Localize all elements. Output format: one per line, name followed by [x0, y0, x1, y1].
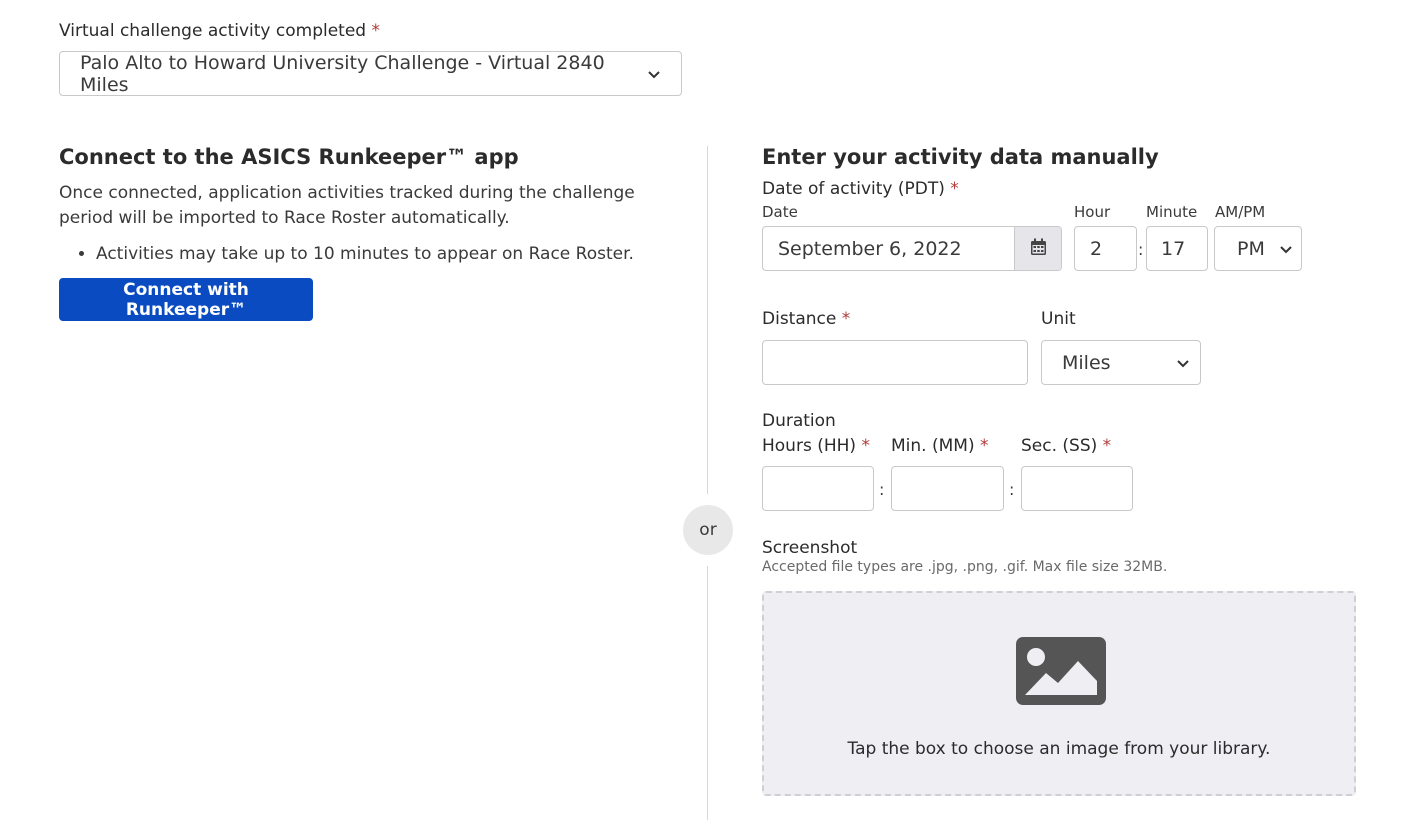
challenge-select[interactable]: Palo Alto to Howard University Challenge… [59, 51, 682, 96]
minute-label: Minute [1146, 203, 1198, 221]
challenge-select-value: Palo Alto to Howard University Challenge… [80, 51, 605, 96]
divider-line-bottom [707, 566, 708, 820]
divider-line-top [707, 146, 708, 494]
minutes-label-text: Min. (MM) [891, 436, 975, 456]
date-of-activity-label: Date of activity (PDT) * [762, 179, 959, 199]
duration-label: Duration [762, 411, 836, 431]
hour-input[interactable]: 2 [1074, 226, 1137, 271]
duration-seconds-input[interactable] [1021, 466, 1133, 511]
challenge-label: Virtual challenge activity completed * [59, 21, 380, 41]
required-asterisk: * [861, 436, 870, 456]
duration-hours-input[interactable] [762, 466, 874, 511]
required-asterisk: * [841, 309, 851, 329]
ampm-select-value: PM [1237, 237, 1265, 260]
time-separator: : [1138, 240, 1144, 259]
distance-label: Distance * [762, 309, 850, 329]
connect-title: Connect to the ASICS Runkeeper™ app [59, 145, 519, 169]
screenshot-hint: Accepted file types are .jpg, .png, .gif… [762, 559, 1168, 575]
image-icon [1016, 637, 1106, 705]
connect-description: Once connected, application activities t… [59, 183, 635, 228]
seconds-label-text: Sec. (SS) [1021, 436, 1098, 456]
required-asterisk: * [1102, 436, 1112, 456]
image-upload-dropzone[interactable]: Tap the box to choose an image from your… [762, 591, 1356, 796]
hour-label: Hour [1074, 203, 1111, 221]
hours-label-text: Hours (HH) [762, 436, 857, 456]
unit-label: Unit [1041, 309, 1076, 329]
ampm-label: AM/PM [1215, 203, 1266, 221]
date-of-activity-text: Date of activity (PDT) [762, 179, 945, 199]
unit-select[interactable]: Miles [1041, 340, 1201, 385]
duration-minutes-input[interactable] [891, 466, 1004, 511]
date-input[interactable]: September 6, 2022 [762, 226, 1062, 271]
screenshot-label: Screenshot [762, 538, 858, 558]
or-divider: or [683, 505, 733, 555]
required-asterisk: * [979, 436, 989, 456]
chevron-down-icon [1176, 356, 1190, 370]
calendar-icon [1030, 238, 1047, 260]
seconds-label: Sec. (SS) * [1021, 436, 1111, 456]
distance-input[interactable] [762, 340, 1028, 385]
calendar-button[interactable] [1014, 227, 1061, 270]
unit-select-value: Miles [1062, 351, 1111, 374]
connect-runkeeper-button[interactable]: Connect with Runkeeper™ [59, 278, 313, 321]
distance-label-text: Distance [762, 309, 837, 329]
required-asterisk: * [950, 179, 959, 199]
upload-instruction: Tap the box to choose an image from your… [847, 739, 1271, 759]
manual-title: Enter your activity data manually [762, 145, 1159, 169]
chevron-down-icon [1279, 242, 1293, 256]
ampm-select[interactable]: PM [1214, 226, 1302, 271]
chevron-down-icon [647, 67, 661, 81]
minute-input[interactable]: 17 [1146, 226, 1208, 271]
required-asterisk: * [371, 21, 381, 41]
connect-bullets: Activities may take up to 10 minutes to … [59, 242, 634, 267]
page: Virtual challenge activity completed * P… [0, 0, 1413, 820]
duration-separator: : [1009, 480, 1015, 499]
list-item: Activities may take up to 10 minutes to … [96, 242, 634, 267]
date-sublabel: Date [762, 203, 798, 221]
duration-separator: : [879, 480, 885, 499]
challenge-label-text: Virtual challenge activity completed [59, 21, 367, 41]
hours-label: Hours (HH) * [762, 436, 870, 456]
minutes-label: Min. (MM) * [891, 436, 988, 456]
date-value: September 6, 2022 [778, 237, 962, 260]
